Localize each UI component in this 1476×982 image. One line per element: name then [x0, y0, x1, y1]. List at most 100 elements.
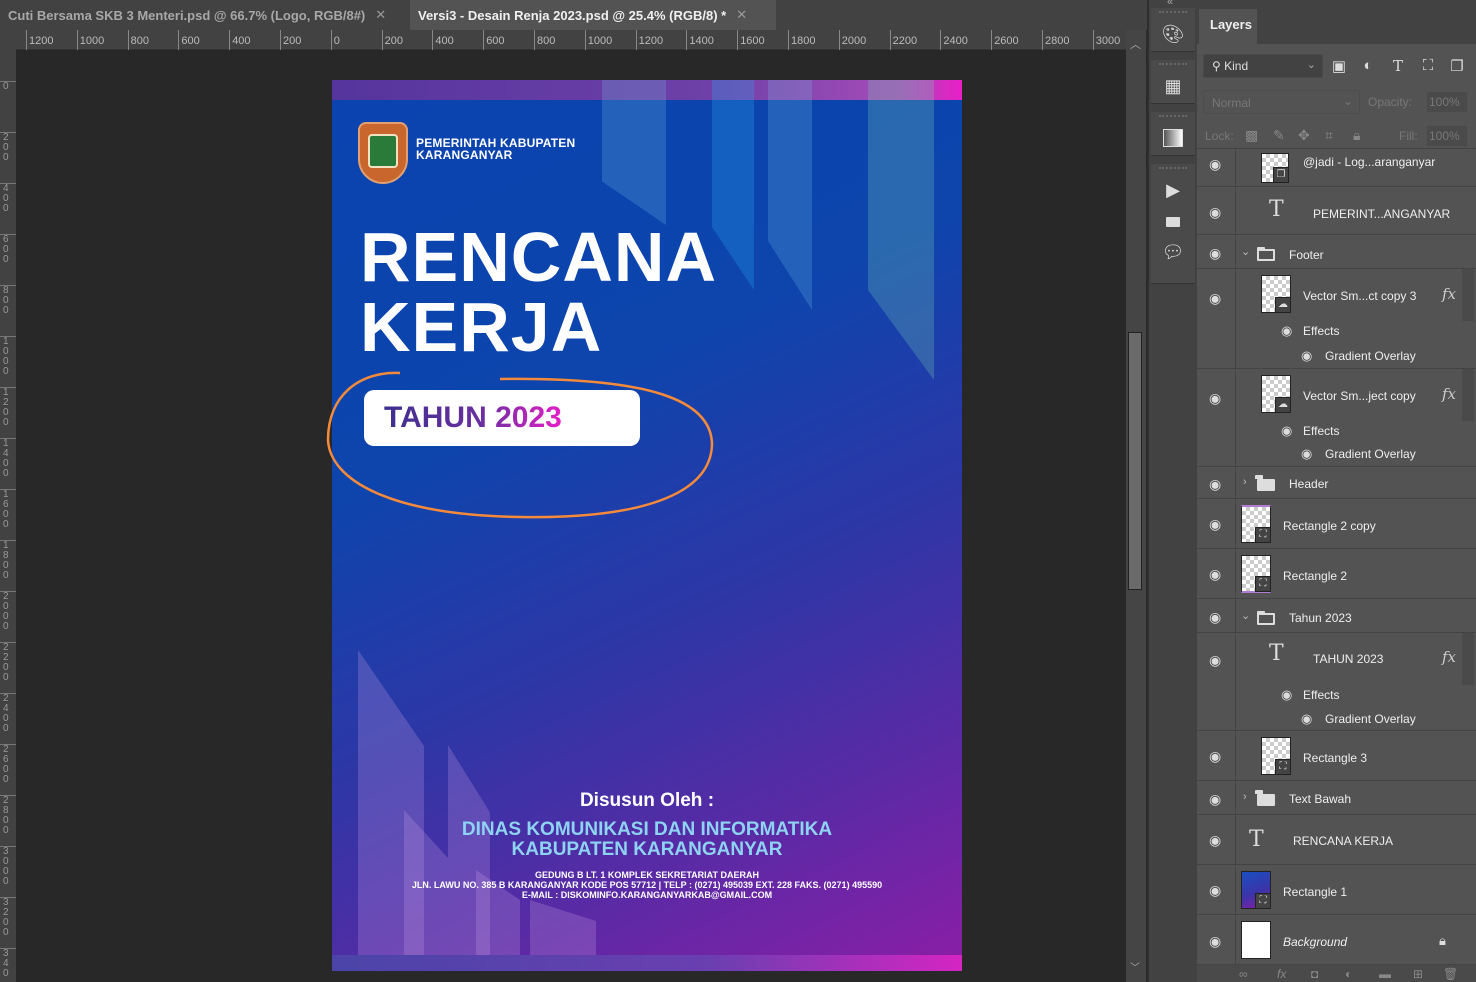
- scroll-down-icon[interactable]: ﹀: [1130, 959, 1140, 974]
- layer-effects-toggle[interactable]: [1462, 269, 1474, 321]
- filter-adjustment-icon[interactable]: ◐: [1358, 57, 1378, 74]
- canvas-vertical-scrollbar[interactable]: ︿ ﹀: [1126, 30, 1146, 982]
- layer-row[interactable]: ◉ ⛶ Rectangle 2 copy: [1197, 499, 1476, 549]
- layer-row[interactable]: ◉ ☁ Vector Sm...ct copy 3 fx ◉ Effects ◉…: [1197, 269, 1476, 369]
- fx-icon[interactable]: fx: [1442, 648, 1456, 666]
- lock-brush-icon[interactable]: ✎: [1273, 127, 1285, 144]
- layer-name: Rectangle 3: [1303, 751, 1368, 765]
- visibility-eye-icon[interactable]: ◉: [1209, 567, 1225, 581]
- new-layer-icon[interactable]: ⊞: [1413, 967, 1423, 981]
- collapse-panels-icon[interactable]: «: [1167, 0, 1173, 8]
- lock-artboard-icon[interactable]: ⌗: [1325, 127, 1333, 144]
- ruler-tick-label: 3 0 0 0: [0, 846, 16, 887]
- layer-row[interactable]: ◉ Background 🔒︎: [1197, 915, 1476, 964]
- filter-smart-object-icon[interactable]: ❐: [1447, 57, 1467, 75]
- close-icon[interactable]: ✕: [375, 7, 386, 23]
- adjustment-layer-icon[interactable]: ◐: [1345, 967, 1352, 981]
- ruler-tick-label: 400: [432, 30, 454, 50]
- visibility-eye-icon[interactable]: ◉: [1209, 246, 1225, 260]
- visibility-eye-icon[interactable]: ◉: [1209, 833, 1225, 847]
- link-layers-icon[interactable]: ∞: [1239, 967, 1248, 981]
- chevron-down-icon[interactable]: ⌄: [1241, 245, 1250, 258]
- visibility-eye-icon[interactable]: ◉: [1209, 653, 1225, 667]
- filter-shape-icon[interactable]: ⛶: [1418, 57, 1438, 74]
- fill-input[interactable]: 100%: [1427, 126, 1467, 146]
- visibility-eye-icon[interactable]: ◉: [1281, 687, 1292, 703]
- opacity-input[interactable]: 100%: [1427, 92, 1467, 112]
- scrollbar-thumb[interactable]: [1128, 332, 1142, 590]
- layer-row[interactable]: ◉ ❐ @jadi - Log...aranganyar: [1197, 149, 1476, 187]
- vertical-ruler[interactable]: 0 2 0 0 4 0 0 6 0 0 8 0 0 1 0 0 0 1 2 0 0 1 4 0…: [0, 50, 16, 982]
- lock-transparent-icon[interactable]: ▩: [1245, 127, 1258, 144]
- tab-cuti-bersama[interactable]: Cuti Bersama SKB 3 Menteri.psd @ 66.7% (…: [0, 0, 408, 30]
- visibility-eye-icon[interactable]: ◉: [1281, 423, 1292, 439]
- visibility-eye-icon[interactable]: ◉: [1209, 517, 1225, 531]
- layer-row[interactable]: ◉ ☁ Vector Sm...ject copy fx ◉ Effects ◉…: [1197, 369, 1476, 467]
- visibility-eye-icon[interactable]: ◉: [1209, 157, 1225, 171]
- comment-icon[interactable]: 💬︎: [1151, 237, 1195, 267]
- visibility-eye-icon[interactable]: ◉: [1301, 348, 1312, 364]
- tab-desain-renja[interactable]: Versi3 - Desain Renja 2023.psd @ 25.4% (…: [410, 0, 776, 30]
- play-action-icon[interactable]: ▶: [1151, 173, 1195, 207]
- visibility-eye-icon[interactable]: ◉: [1209, 610, 1225, 624]
- add-style-icon[interactable]: fx: [1277, 967, 1286, 981]
- layer-row[interactable]: ◉ ⛶ Rectangle 2: [1197, 549, 1476, 599]
- effect-gradient-overlay[interactable]: Gradient Overlay: [1325, 712, 1416, 726]
- tab-layers[interactable]: Layers: [1199, 9, 1257, 44]
- visibility-eye-icon[interactable]: ◉: [1281, 323, 1292, 339]
- fx-icon[interactable]: fx: [1442, 385, 1456, 403]
- layer-effects-toggle[interactable]: [1462, 369, 1474, 421]
- ruler-tick-label: 1200: [26, 30, 53, 50]
- layer-row[interactable]: ◉ T TAHUN 2023 fx ◉ Effects ◉ Gradient O…: [1197, 633, 1476, 731]
- layer-name: Vector Sm...ct copy 3: [1303, 289, 1417, 303]
- filter-pixel-icon[interactable]: ▣: [1329, 57, 1349, 75]
- visibility-eye-icon[interactable]: ◉: [1209, 749, 1225, 763]
- layer-name: Rectangle 1: [1283, 885, 1348, 899]
- scroll-up-icon[interactable]: ︿: [1130, 36, 1141, 52]
- visibility-eye-icon[interactable]: ◉: [1301, 446, 1312, 462]
- ruler-tick-label: 4 0 0: [0, 183, 16, 214]
- layer-row[interactable]: ◉ T PEMERINT...ANGANYAR: [1197, 187, 1476, 235]
- layer-group-row[interactable]: ◉ › Text Bawah: [1197, 781, 1476, 815]
- visibility-eye-icon[interactable]: ◉: [1209, 391, 1225, 405]
- add-mask-icon[interactable]: ◘: [1311, 967, 1318, 981]
- visibility-eye-icon[interactable]: ◉: [1209, 205, 1225, 219]
- grid-swatches-icon[interactable]: ▦: [1151, 69, 1195, 103]
- lock-position-icon[interactable]: ✥: [1298, 127, 1310, 144]
- ruler-corner[interactable]: [0, 30, 16, 50]
- chevron-right-icon[interactable]: ›: [1243, 791, 1247, 803]
- visibility-eye-icon[interactable]: ◉: [1301, 711, 1312, 727]
- visibility-eye-icon[interactable]: ◉: [1209, 291, 1225, 305]
- close-icon[interactable]: ✕: [736, 7, 747, 23]
- plugin-icon[interactable]: [1151, 207, 1195, 237]
- blend-mode-dropdown[interactable]: Normal ⌄: [1203, 90, 1360, 114]
- horizontal-ruler[interactable]: 1200 1000 800 600 400 200 0 200 400 600 800 1000 120…: [16, 30, 1126, 50]
- palette-icon[interactable]: 🎨︎: [1151, 17, 1195, 51]
- layer-row[interactable]: ◉ ⛶ Rectangle 1: [1197, 865, 1476, 915]
- delete-layer-icon[interactable]: 🗑︎: [1443, 967, 1458, 981]
- layer-effects-toggle[interactable]: [1462, 633, 1474, 685]
- layer-group-row[interactable]: ◉ › Header: [1197, 467, 1476, 499]
- visibility-eye-icon[interactable]: ◉: [1209, 477, 1225, 491]
- document-canvas[interactable]: PEMERINTAH KABUPATEN KARANGANYAR RENCANA…: [332, 80, 962, 971]
- effect-gradient-overlay[interactable]: Gradient Overlay: [1325, 349, 1416, 363]
- filter-type-icon[interactable]: T: [1388, 57, 1408, 75]
- new-group-icon[interactable]: ▬: [1379, 967, 1391, 981]
- effect-gradient-overlay[interactable]: Gradient Overlay: [1325, 447, 1416, 461]
- chevron-right-icon[interactable]: ›: [1243, 476, 1247, 488]
- chevron-down-icon[interactable]: ⌄: [1241, 609, 1250, 622]
- layer-row[interactable]: ◉ ⛶ Rectangle 3: [1197, 731, 1476, 781]
- visibility-eye-icon[interactable]: ◉: [1209, 883, 1225, 897]
- ruler-tick-label: 1 2 0 0: [0, 387, 16, 428]
- ruler-tick-label: 0: [0, 81, 16, 92]
- filter-kind-dropdown[interactable]: ⚲ Kind ⌄: [1203, 54, 1323, 78]
- lock-all-icon[interactable]: 🔒︎: [1353, 127, 1360, 144]
- layer-group-row[interactable]: ◉ ⌄ Footer: [1197, 235, 1476, 269]
- visibility-eye-icon[interactable]: ◉: [1209, 934, 1225, 948]
- fx-icon[interactable]: fx: [1442, 285, 1456, 303]
- layer-row[interactable]: ◉ T RENCANA KERJA: [1197, 815, 1476, 865]
- visibility-eye-icon[interactable]: ◉: [1209, 792, 1225, 806]
- gradient-icon[interactable]: [1151, 121, 1195, 155]
- ruler-tick-label: 2 0 0: [0, 132, 16, 163]
- layer-group-row[interactable]: ◉ ⌄ Tahun 2023: [1197, 599, 1476, 633]
